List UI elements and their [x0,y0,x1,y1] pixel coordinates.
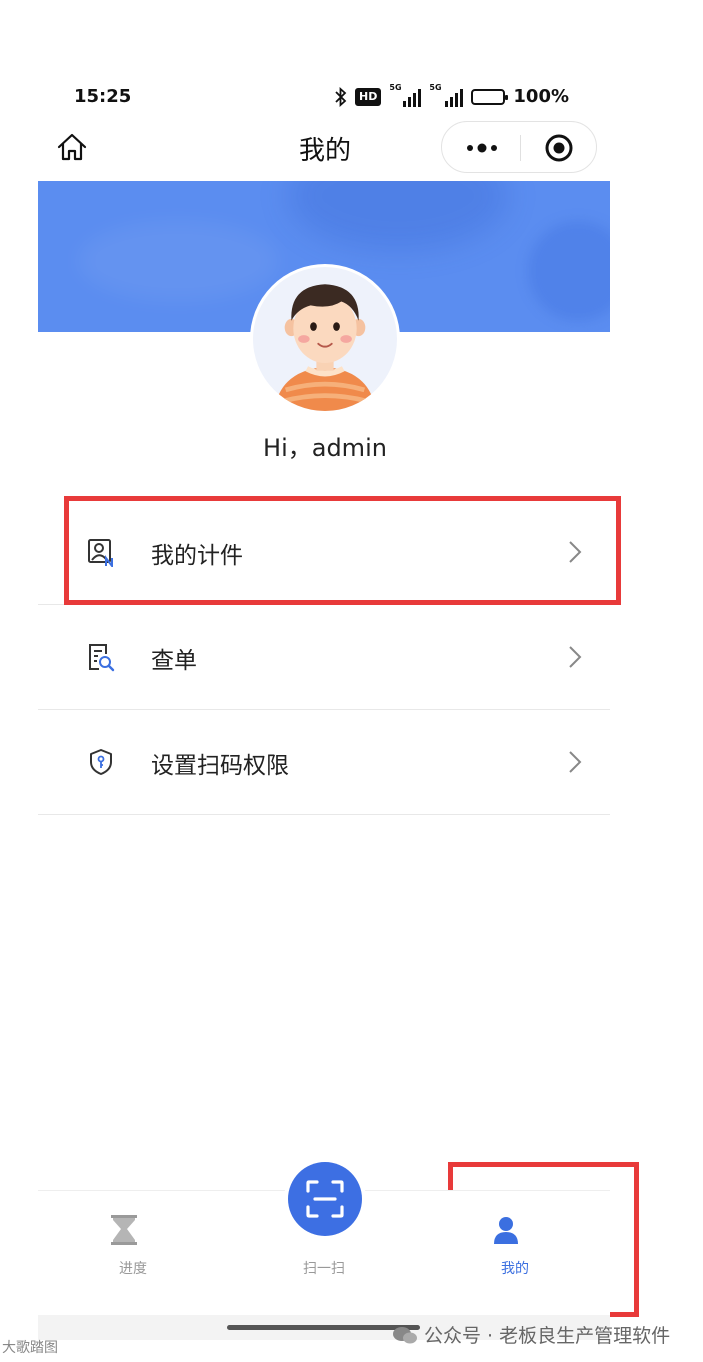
battery-icon [471,88,509,105]
hd-badge: HD [355,87,382,106]
more-icon[interactable] [464,138,500,158]
watermark-text: 公众号 · 老板良生产管理软件 [424,1325,671,1347]
wechat-icon [393,1326,417,1343]
close-target-icon[interactable] [544,133,574,163]
hourglass-icon [111,1215,137,1245]
avatar [250,264,400,414]
highlight-box-piecework [64,496,621,605]
nav-bar: 我的 [0,118,703,178]
watermark: 公众号 · 老板良生产管理软件 [392,1321,670,1348]
tab-mine[interactable]: 我的 [420,1191,610,1316]
chevron-right-icon [569,646,582,668]
mini-program-capsule [441,121,597,173]
user-icon [494,1217,518,1244]
watermark-left: 大歌踏图 [2,1340,58,1356]
menu-item-scan-permission[interactable]: 设置扫码权限 [38,710,610,815]
menu-item-label: 查单 [151,648,197,674]
bluetooth-icon [335,86,347,107]
greeting-text: Hi，admin [263,434,387,462]
scan-icon [306,1180,344,1218]
status-icons: HD 5G 5G 100% [335,83,569,107]
signal-icon: 5G [389,83,422,107]
capsule-divider [520,135,521,161]
tab-label: 我的 [501,1261,529,1277]
search-doc-icon [89,644,115,672]
scan-button[interactable] [288,1162,362,1236]
status-time: 15:25 [74,86,132,107]
status-bar: 15:25 HD 5G 5G 100% [0,78,703,118]
menu-item-label: 设置扫码权限 [151,753,289,779]
chevron-right-icon [569,751,582,773]
battery-percent: 100% [513,86,569,107]
tab-progress[interactable]: 进度 [38,1191,228,1316]
menu-item-query[interactable]: 查单 [38,605,610,710]
tab-label: 进度 [119,1261,147,1277]
signal-icon: 5G [429,83,464,107]
shield-icon [90,749,112,775]
tab-label: 扫一扫 [303,1261,345,1277]
